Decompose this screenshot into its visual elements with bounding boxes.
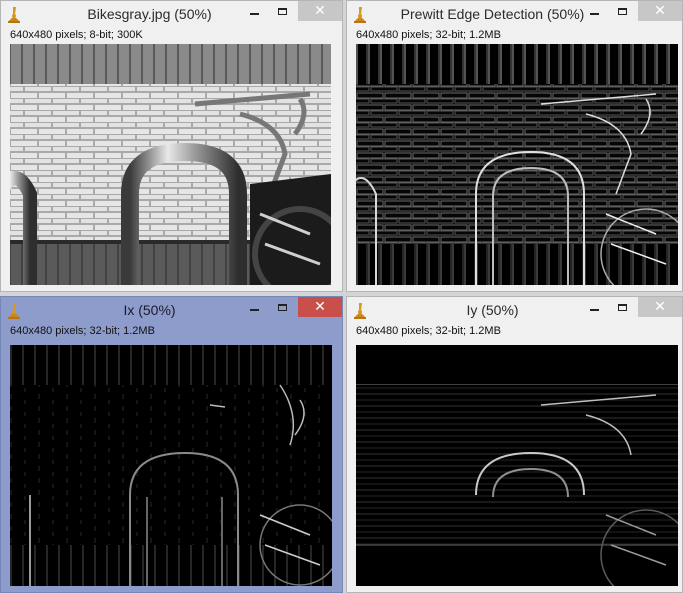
maximize-icon (617, 7, 627, 15)
titlebar[interactable]: Iy (50%) ✕ (347, 297, 682, 325)
close-button[interactable]: ✕ (638, 297, 682, 317)
minimize-icon (589, 309, 599, 311)
image-canvas[interactable] (10, 345, 332, 586)
minimize-button[interactable] (580, 297, 608, 317)
maximize-icon (277, 303, 287, 311)
minimize-icon (249, 13, 259, 15)
minimize-icon (249, 309, 259, 311)
maximize-button[interactable] (608, 1, 636, 21)
image-canvas[interactable] (356, 345, 678, 586)
close-button[interactable]: ✕ (298, 1, 342, 21)
bikes-gray-image (10, 44, 331, 285)
minimize-button[interactable] (240, 297, 268, 317)
maximize-button[interactable] (268, 297, 296, 317)
image-info: 640x480 pixels; 32-bit; 1.2MB (356, 29, 501, 41)
maximize-icon (617, 303, 627, 311)
close-icon: ✕ (314, 299, 326, 315)
image-info: 640x480 pixels; 32-bit; 1.2MB (356, 325, 501, 337)
image-window-ix[interactable]: Ix (50%) ✕ 640x480 pixels; 32-bit; 1.2MB (0, 296, 343, 593)
image-window-prewitt[interactable]: Prewitt Edge Detection (50%) ✕ 640x480 p… (346, 0, 683, 292)
maximize-button[interactable] (608, 297, 636, 317)
close-icon: ✕ (654, 3, 666, 19)
image-info: 640x480 pixels; 8-bit; 300K (10, 29, 143, 41)
image-window-bikesgray[interactable]: Bikesgray.jpg (50%) ✕ 640x480 pixels; 8-… (0, 0, 343, 292)
titlebar[interactable]: Ix (50%) ✕ (1, 297, 342, 325)
close-button[interactable]: ✕ (298, 297, 342, 317)
maximize-icon (277, 7, 287, 15)
minimize-button[interactable] (240, 1, 268, 21)
image-canvas[interactable] (356, 44, 678, 285)
maximize-button[interactable] (268, 1, 296, 21)
close-icon: ✕ (314, 3, 326, 19)
close-icon: ✕ (654, 299, 666, 315)
iy-gradient-image (356, 345, 678, 586)
image-canvas[interactable] (10, 44, 331, 285)
minimize-button[interactable] (580, 1, 608, 21)
titlebar[interactable]: Bikesgray.jpg (50%) ✕ (1, 1, 342, 29)
prewitt-edge-image (356, 44, 678, 285)
close-button[interactable]: ✕ (638, 1, 682, 21)
image-window-iy[interactable]: Iy (50%) ✕ 640x480 pixels; 32-bit; 1.2MB (346, 296, 683, 593)
titlebar[interactable]: Prewitt Edge Detection (50%) ✕ (347, 1, 682, 29)
ix-gradient-image (10, 345, 332, 586)
minimize-icon (589, 13, 599, 15)
image-info: 640x480 pixels; 32-bit; 1.2MB (10, 325, 155, 337)
